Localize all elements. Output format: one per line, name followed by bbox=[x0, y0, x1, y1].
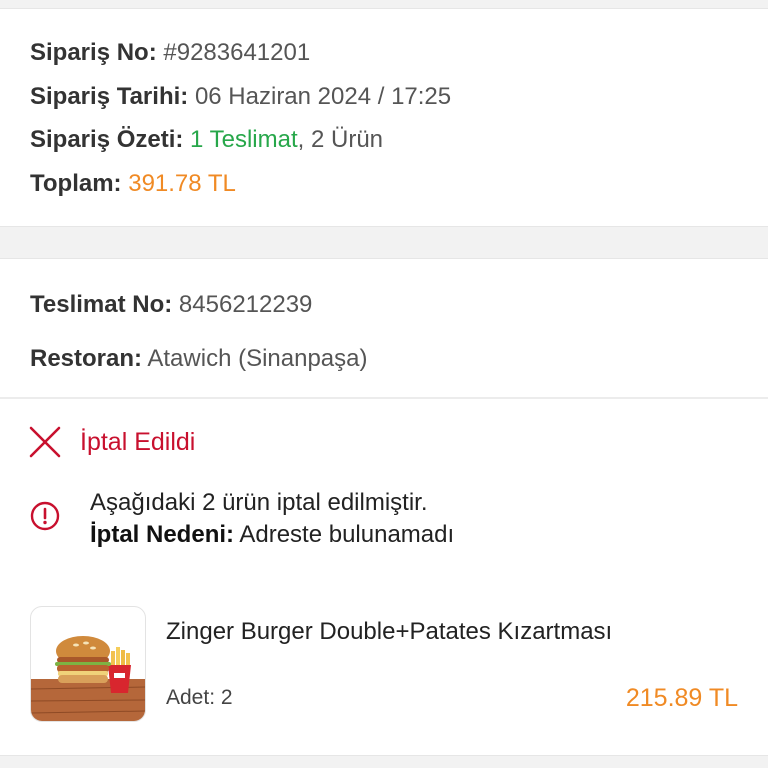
cancel-reason-label: İptal Nedeni: bbox=[90, 521, 235, 548]
quantity-value: 2 bbox=[220, 686, 233, 709]
restaurant-label: Restoran: bbox=[30, 345, 143, 372]
cancel-status-text: İptal Edildi bbox=[80, 427, 196, 456]
restaurant-row: Restoran: Atawich (Sinanpaşa) bbox=[30, 344, 368, 374]
cancel-reason-value: Adreste bulunamadı bbox=[234, 521, 455, 548]
order-summary-label: Sipariş Özeti: bbox=[30, 126, 184, 153]
cancel-info-text: Aşağıdaki 2 ürün iptal edilmiştir. İptal… bbox=[90, 487, 454, 551]
cancel-info: Aşağıdaki 2 ürün iptal edilmiştir. İptal… bbox=[30, 487, 454, 551]
order-date-value: 06 Haziran 2024 / 17:25 bbox=[194, 83, 452, 110]
delivery-number-value: 8456212239 bbox=[178, 291, 313, 318]
product-quantity: Adet: 2 bbox=[166, 686, 233, 710]
order-number-row: Sipariş No: #9283641201 bbox=[30, 38, 310, 68]
close-x-icon bbox=[29, 426, 61, 458]
order-summary-delivery-link[interactable]: 1 Teslimat bbox=[190, 126, 298, 153]
restaurant-value: Atawich (Sinanpaşa) bbox=[147, 345, 368, 372]
product-name: Zinger Burger Double+Patates Kızartması bbox=[166, 618, 613, 645]
order-date-row: Sipariş Tarihi: 06 Haziran 2024 / 17:25 bbox=[30, 82, 451, 112]
section-divider bbox=[0, 397, 768, 399]
product-thumbnail bbox=[30, 606, 146, 722]
order-date-label: Sipariş Tarihi: bbox=[30, 83, 189, 110]
delivery-card: Teslimat No: 8456212239 Restoran: Atawic… bbox=[0, 258, 768, 756]
quantity-label: Adet: bbox=[166, 686, 216, 709]
cancel-message: Aşağıdaki 2 ürün iptal edilmiştir. bbox=[90, 489, 428, 516]
order-total-value: 391.78 TL bbox=[128, 170, 236, 197]
order-number-value: #9283641201 bbox=[163, 39, 311, 66]
delivery-number-row: Teslimat No: 8456212239 bbox=[30, 290, 312, 320]
delivery-number-label: Teslimat No: bbox=[30, 291, 173, 318]
product-item[interactable]: Zinger Burger Double+Patates Kızartması … bbox=[30, 606, 738, 724]
product-price: 215.89 TL bbox=[625, 684, 738, 712]
cancel-reason: İptal Nedeni: Adreste bulunamadı bbox=[90, 519, 454, 551]
order-total-row: Toplam: 391.78 TL bbox=[30, 169, 236, 199]
order-summary-row: Sipariş Özeti: 1 Teslimat, 2 Ürün bbox=[30, 125, 383, 155]
cancel-status: İptal Edildi bbox=[28, 425, 195, 459]
order-total-label: Toplam: bbox=[30, 170, 122, 197]
order-summary-card: Sipariş No: #9283641201 Sipariş Tarihi: … bbox=[0, 8, 768, 227]
order-summary-items: 2 Ürün bbox=[304, 126, 384, 153]
info-circle-icon bbox=[30, 501, 60, 531]
order-number-label: Sipariş No: bbox=[30, 39, 157, 66]
burger-fries-image bbox=[31, 636, 145, 721]
